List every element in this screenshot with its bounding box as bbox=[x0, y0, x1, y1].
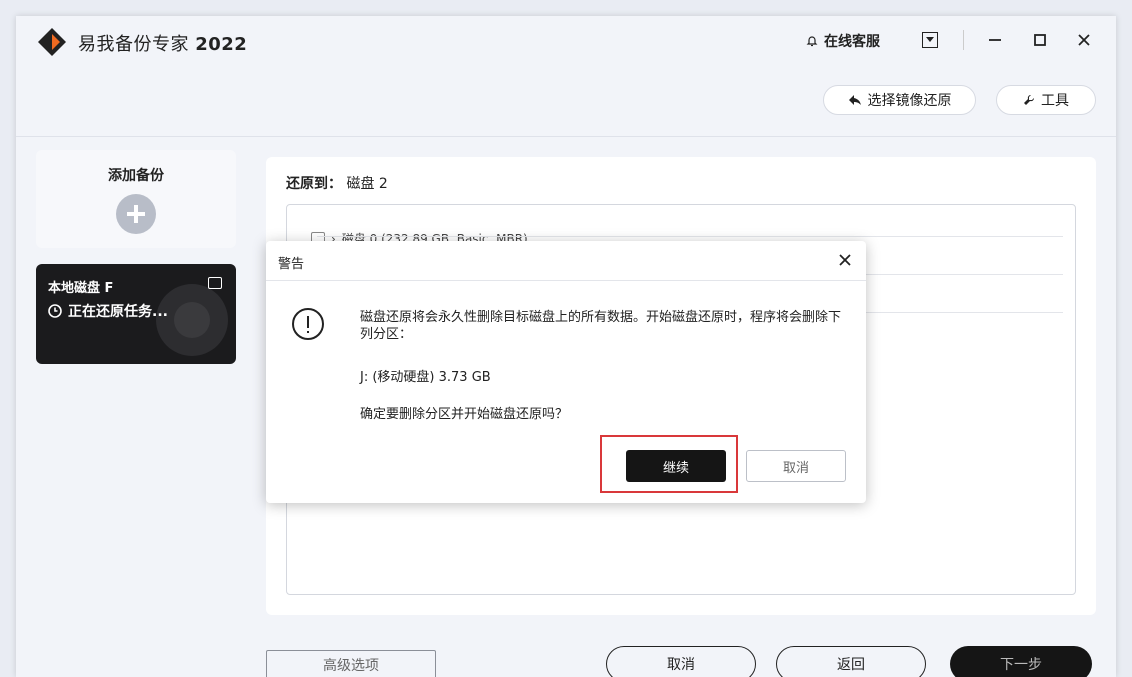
tools-label: 工具 bbox=[1041, 93, 1069, 109]
advanced-options-button[interactable]: 高级选项 bbox=[266, 650, 436, 677]
restore-to: 还原到： 磁盘 2 bbox=[286, 173, 388, 193]
app-logo bbox=[38, 28, 66, 56]
warning-icon bbox=[292, 308, 324, 340]
task-status-label: 正在还原任务... bbox=[68, 304, 168, 320]
app-title: 易我备份专家 2022 bbox=[78, 30, 247, 56]
online-service-label: 在线客服 bbox=[824, 34, 880, 50]
add-backup-title: 添加备份 bbox=[108, 168, 164, 184]
dialog-message: 磁盘还原将会永久性删除目标磁盘上的所有数据。开始磁盘还原时，程序将会删除下列分区… bbox=[360, 310, 842, 342]
restore-task-icon[interactable] bbox=[208, 277, 222, 289]
continue-label: 继续 bbox=[662, 460, 689, 476]
dialog-partition: J: (移动硬盘) 3.73 GB bbox=[360, 370, 491, 385]
back-label: 返回 bbox=[837, 657, 865, 673]
header: 易我备份专家 2022 在线客服 选择镜像还原 工具 bbox=[16, 16, 1116, 137]
dialog-cancel-button[interactable]: 取消 bbox=[746, 450, 846, 482]
select-image-restore-button[interactable]: 选择镜像还原 bbox=[823, 85, 976, 115]
undo-arrow-icon bbox=[848, 95, 861, 105]
online-service-button[interactable]: 在线客服 bbox=[806, 31, 880, 51]
cancel-button[interactable]: 取消 bbox=[606, 646, 756, 677]
wrench-icon bbox=[1024, 94, 1035, 105]
close-icon[interactable] bbox=[1072, 28, 1096, 52]
select-image-restore-label: 选择镜像还原 bbox=[867, 93, 952, 109]
cancel-label: 取消 bbox=[667, 657, 695, 673]
bell-icon bbox=[806, 36, 818, 47]
backup-task-card[interactable]: 本地磁盘 F 正在还原任务... bbox=[36, 264, 236, 364]
dialog-divider bbox=[266, 280, 866, 281]
menu-dropdown-icon[interactable] bbox=[922, 32, 938, 48]
app-title-name: 易我备份专家 bbox=[78, 34, 189, 55]
dialog-cancel-label: 取消 bbox=[782, 460, 809, 476]
header-divider bbox=[963, 30, 964, 50]
warning-dialog: 警告 磁盘还原将会永久性删除目标磁盘上的所有数据。开始磁盘还原时，程序将会删除下… bbox=[266, 241, 866, 503]
dialog-close-icon[interactable] bbox=[836, 251, 854, 269]
maximize-icon[interactable] bbox=[1028, 28, 1052, 52]
restore-to-value: 磁盘 2 bbox=[346, 176, 388, 192]
minimize-icon[interactable] bbox=[983, 28, 1007, 52]
dialog-confirm-question: 确定要删除分区并开始磁盘还原吗？ bbox=[360, 407, 569, 422]
restore-to-label: 还原到： bbox=[286, 176, 342, 192]
advanced-options-label: 高级选项 bbox=[323, 658, 379, 674]
tools-button[interactable]: 工具 bbox=[996, 85, 1096, 115]
next-button[interactable]: 下一步 bbox=[950, 646, 1092, 677]
back-button[interactable]: 返回 bbox=[776, 646, 926, 677]
task-status: 正在还原任务... bbox=[48, 301, 168, 321]
plus-icon[interactable] bbox=[116, 194, 156, 234]
dialog-title: 警告 bbox=[278, 257, 305, 272]
task-name: 本地磁盘 F bbox=[48, 281, 114, 296]
add-backup-card[interactable]: 添加备份 bbox=[36, 150, 236, 248]
continue-button[interactable]: 继续 bbox=[626, 450, 726, 482]
row-divider bbox=[317, 236, 1063, 237]
app-title-year: 2022 bbox=[195, 34, 248, 55]
clock-icon bbox=[48, 304, 62, 318]
next-label: 下一步 bbox=[1000, 657, 1042, 673]
